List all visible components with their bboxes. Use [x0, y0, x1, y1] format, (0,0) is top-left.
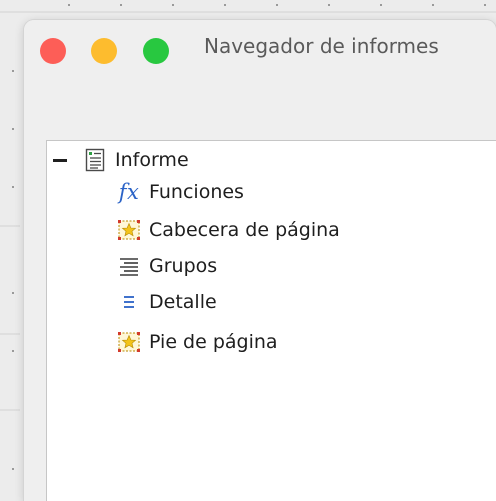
page-header-icon: [115, 217, 143, 243]
tree-item-label: Funciones: [149, 181, 244, 203]
tree-item-label: Detalle: [149, 291, 217, 313]
groups-icon: [115, 253, 143, 279]
close-button[interactable]: [40, 38, 66, 64]
report-icon: [81, 147, 109, 173]
tree-item-pie-de-pagina[interactable]: Pie de página: [115, 327, 278, 357]
window-title: Navegador de informes: [204, 34, 439, 58]
minimize-button[interactable]: [91, 38, 117, 64]
tree-item-detalle[interactable]: Detalle: [115, 287, 217, 317]
title-bar[interactable]: Navegador de informes: [24, 20, 496, 80]
detail-icon: [115, 289, 143, 315]
page-footer-icon: [115, 329, 143, 355]
tree-item-label: Grupos: [149, 255, 218, 277]
maximize-button[interactable]: [143, 38, 169, 64]
tree-item-funciones[interactable]: fx Funciones: [115, 177, 244, 207]
collapse-toggle-icon[interactable]: [53, 159, 67, 162]
report-tree[interactable]: Informe fx Funciones Cabecera de página: [46, 140, 496, 501]
tree-item-label: Informe: [115, 149, 189, 171]
tree-item-label: Pie de página: [149, 331, 278, 353]
report-navigator-window: Navegador de informes Informe fx Funcion…: [24, 20, 496, 501]
tree-item-informe[interactable]: Informe: [81, 145, 189, 175]
tree-item-label: Cabecera de página: [149, 219, 340, 241]
tree-item-grupos[interactable]: Grupos: [115, 251, 217, 281]
tree-item-cabecera-de-pagina[interactable]: Cabecera de página: [115, 215, 340, 245]
functions-icon: fx: [118, 180, 140, 204]
